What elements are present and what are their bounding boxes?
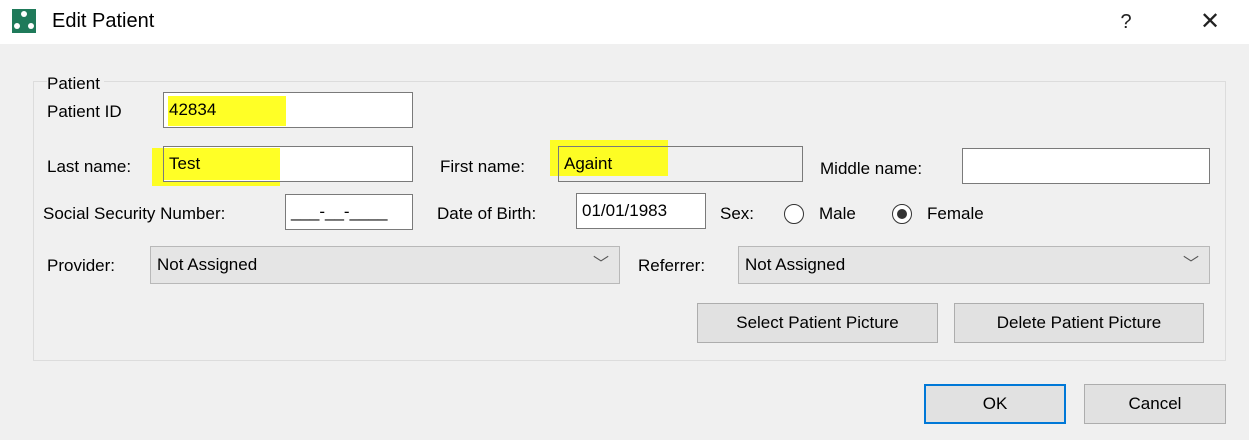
ssn-value: ___-__-____ [291, 202, 388, 221]
first-name-label: First name: [440, 157, 526, 176]
sex-label: Sex: [720, 204, 755, 223]
delete-patient-picture-button[interactable]: Delete Patient Picture [954, 303, 1204, 343]
dob-field[interactable]: 01/01/1983 [576, 193, 706, 229]
select-patient-picture-button[interactable]: Select Patient Picture [697, 303, 938, 343]
referrer-label: Referrer: [638, 256, 706, 275]
sex-male-label: Male [819, 204, 856, 223]
chevron-down-icon: ﹀ [592, 256, 609, 273]
middle-name-field[interactable] [962, 148, 1210, 184]
cancel-button[interactable]: Cancel [1084, 384, 1226, 424]
patient-id-field[interactable]: 42834 [163, 92, 413, 128]
sex-radio-female[interactable] [892, 204, 912, 224]
sex-radio-male[interactable] [784, 204, 804, 224]
sex-female-label: Female [927, 204, 984, 223]
dialog-body: Patient Patient ID 42834 Last name: Test… [0, 44, 1249, 440]
provider-dropdown[interactable]: Not Assigned ﹀ [150, 246, 620, 284]
patient-group-legend: Patient [47, 74, 104, 94]
radiation-icon [12, 9, 36, 33]
last-name-value: Test [169, 154, 201, 173]
ssn-field[interactable]: ___-__-____ [285, 194, 413, 230]
last-name-label: Last name: [47, 157, 132, 176]
radio-selected-dot [896, 208, 907, 219]
patient-id-label: Patient ID [47, 102, 122, 121]
ok-button[interactable]: OK [924, 384, 1066, 424]
provider-label: Provider: [47, 256, 116, 275]
dob-label: Date of Birth: [437, 204, 537, 223]
close-button[interactable]: ✕ [1190, 6, 1230, 38]
help-button[interactable]: ? [1106, 6, 1146, 38]
dob-value: 01/01/1983 [582, 201, 668, 220]
referrer-value: Not Assigned [745, 255, 846, 274]
first-name-field[interactable]: Againt [558, 146, 803, 182]
title-bar: Edit Patient ? ✕ [0, 0, 1249, 44]
last-name-field[interactable]: Test [163, 146, 413, 182]
middle-name-label: Middle name: [820, 159, 923, 178]
patient-id-value: 42834 [169, 100, 217, 119]
chevron-down-icon: ﹀ [1182, 256, 1199, 273]
first-name-value: Againt [564, 154, 613, 173]
ssn-label: Social Security Number: [43, 204, 226, 223]
provider-value: Not Assigned [157, 255, 258, 274]
window-title: Edit Patient [52, 10, 155, 32]
referrer-dropdown[interactable]: Not Assigned ﹀ [738, 246, 1210, 284]
